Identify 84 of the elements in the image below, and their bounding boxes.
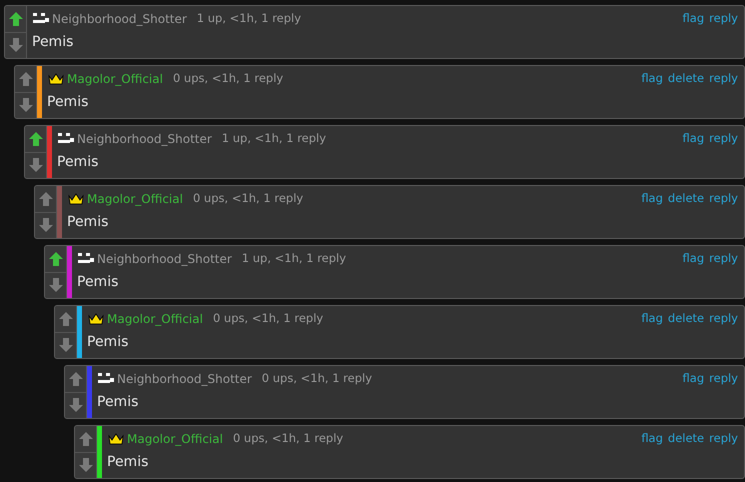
comment-stats: 1 up, <1h, 1 reply — [196, 10, 302, 28]
action-link[interactable]: delete — [668, 70, 704, 88]
comment-text: Pemis — [87, 333, 130, 352]
pixel-avatar-icon — [32, 12, 50, 26]
downvote-button[interactable] — [65, 392, 86, 418]
comment-stats: 0 ups, <1h, 1 reply — [172, 70, 284, 88]
comment-stats: 0 ups, <1h, 1 reply — [192, 190, 304, 208]
action-link[interactable]: delete — [668, 430, 704, 448]
action-link[interactable]: flag — [641, 430, 663, 448]
action-link[interactable]: flag — [641, 190, 663, 208]
comment-text: Pemis — [47, 93, 90, 112]
downvote-button[interactable] — [35, 212, 56, 238]
comment-text: Pemis — [57, 153, 100, 172]
up-arrow-icon — [28, 130, 44, 147]
up-arrow-icon — [68, 370, 84, 387]
downvote-button[interactable] — [45, 272, 66, 298]
down-arrow-icon — [48, 277, 64, 294]
upvote-button[interactable] — [55, 306, 76, 332]
upvote-button[interactable] — [15, 66, 36, 92]
username-link[interactable]: Magolor_Official — [67, 70, 163, 88]
username-link[interactable]: Magolor_Official — [107, 310, 203, 328]
action-link[interactable]: flag — [641, 310, 663, 328]
username-link[interactable]: Neighborhood_Shotter — [97, 250, 232, 268]
crown-icon — [107, 432, 125, 446]
downvote-button[interactable] — [5, 32, 26, 58]
upvote-button[interactable] — [45, 246, 66, 272]
action-link[interactable]: reply — [709, 190, 738, 208]
action-link[interactable]: reply — [709, 130, 738, 148]
upvote-button[interactable] — [75, 426, 96, 452]
comment-text: Pemis — [107, 453, 150, 472]
down-arrow-icon — [78, 457, 94, 474]
username-link[interactable]: Magolor_Official — [127, 430, 223, 448]
action-link[interactable]: reply — [709, 430, 738, 448]
comment-text: Pemis — [77, 273, 120, 292]
upvote-button[interactable] — [5, 6, 26, 32]
down-arrow-icon — [38, 217, 54, 234]
comment-text: Pemis — [67, 213, 110, 232]
upvote-button[interactable] — [35, 186, 56, 212]
comment-stats: 0 ups, <1h, 1 reply — [232, 430, 344, 448]
action-link[interactable]: delete — [668, 190, 704, 208]
action-link[interactable]: reply — [709, 310, 738, 328]
up-arrow-icon — [48, 250, 64, 267]
pixel-avatar-icon — [97, 372, 115, 386]
action-link[interactable]: reply — [709, 250, 738, 268]
up-arrow-icon — [78, 430, 94, 447]
down-arrow-icon — [8, 37, 24, 54]
action-link[interactable]: delete — [668, 310, 704, 328]
action-link[interactable]: flag — [641, 70, 663, 88]
action-link[interactable]: flag — [682, 370, 704, 388]
comment-stats: 0 ups, <1h, 1 reply — [262, 370, 372, 388]
comment-stats: 1 up, <1h, 1 reply — [242, 250, 346, 268]
downvote-button[interactable] — [25, 152, 46, 178]
crown-icon — [47, 72, 65, 86]
up-arrow-icon — [58, 310, 74, 327]
action-link[interactable]: reply — [709, 10, 738, 28]
action-link[interactable]: flag — [682, 130, 704, 148]
downvote-button[interactable] — [15, 92, 36, 118]
up-arrow-icon — [38, 190, 54, 207]
username-link[interactable]: Neighborhood_Shotter — [117, 370, 252, 388]
upvote-button[interactable] — [25, 126, 46, 152]
pixel-avatar-icon — [77, 252, 95, 266]
up-arrow-icon — [8, 10, 24, 27]
action-link[interactable]: flag — [682, 10, 704, 28]
username-link[interactable]: Neighborhood_Shotter — [52, 10, 187, 28]
action-link[interactable]: reply — [709, 370, 738, 388]
down-arrow-icon — [58, 337, 74, 354]
comment-text: Pemis — [32, 33, 74, 52]
up-arrow-icon — [18, 70, 34, 87]
down-arrow-icon — [68, 397, 84, 414]
username-link[interactable]: Neighborhood_Shotter — [77, 130, 212, 148]
comment-text: Pemis — [97, 393, 140, 412]
crown-icon — [87, 312, 105, 326]
pixel-avatar-icon — [57, 132, 75, 146]
down-arrow-icon — [28, 157, 44, 174]
downvote-button[interactable] — [55, 332, 76, 358]
comment-stats: 0 ups, <1h, 1 reply — [212, 310, 324, 328]
upvote-button[interactable] — [65, 366, 86, 392]
crown-icon — [67, 192, 85, 206]
action-link[interactable]: flag — [682, 250, 704, 268]
downvote-button[interactable] — [75, 452, 96, 478]
action-link[interactable]: reply — [709, 70, 738, 88]
comment-stats: 1 up, <1h, 1 reply — [222, 130, 326, 148]
username-link[interactable]: Magolor_Official — [87, 190, 183, 208]
down-arrow-icon — [18, 97, 34, 114]
